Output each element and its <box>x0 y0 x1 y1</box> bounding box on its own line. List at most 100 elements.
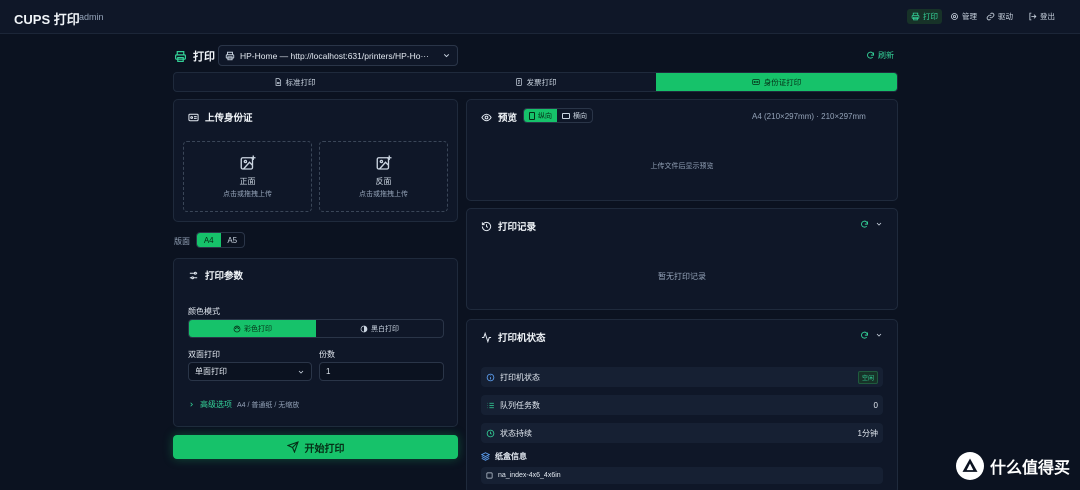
color-print-label: 彩色打印 <box>244 325 272 333</box>
status-row-label: 状态持续 <box>500 428 532 438</box>
watermark-logo-icon <box>955 452 984 480</box>
paper-info: A4 (210×297mm) · 210×297mm <box>752 112 866 121</box>
portrait-icon <box>529 111 536 120</box>
paper-size-label: 版面 <box>174 237 190 246</box>
duplex-select[interactable]: 单面打印 <box>188 362 312 381</box>
paper-size-toggle: A4 A5 <box>196 232 245 248</box>
print-params-title-text: 打印参数 <box>205 271 244 282</box>
history-empty-text: 暂无打印记录 <box>658 272 706 281</box>
id-front-hint: 点击或拖拽上传 <box>223 191 272 198</box>
landscape-label: 横向 <box>573 112 588 120</box>
copies-value: 1 <box>326 367 331 376</box>
printer-icon <box>911 12 920 21</box>
id-back-label: 反面 <box>375 177 392 186</box>
status-refresh-icon[interactable] <box>860 331 869 340</box>
id-back-upload[interactable]: 反面 点击或拖拽上传 <box>319 141 448 212</box>
id-card-icon <box>752 78 760 86</box>
portrait-option[interactable]: 纵向 <box>524 109 558 122</box>
refresh-button[interactable]: 刷新 <box>866 50 894 61</box>
advanced-options-toggle[interactable]: 高级选项 A4 / 普通纸 / 无缩放 <box>188 399 299 410</box>
duplex-label: 双面打印 <box>188 350 220 359</box>
paper-a5-option[interactable]: A5 <box>221 233 245 247</box>
start-print-button[interactable]: 开始打印 <box>173 435 458 459</box>
clock-icon <box>486 429 495 438</box>
landscape-icon <box>562 112 571 119</box>
mono-print-label: 黑白打印 <box>371 325 399 333</box>
print-params-title: 打印参数 <box>188 268 243 282</box>
nav-manage-button[interactable]: 管理 <box>946 9 981 24</box>
print-mode-tabs: 标准打印 发票打印 身份证打印 <box>173 72 898 92</box>
nav-print-button[interactable]: 打印 <box>907 9 942 24</box>
info-icon <box>486 373 495 382</box>
status-row-queue: 队列任务数 0 <box>481 395 883 415</box>
copies-input[interactable]: 1 <box>319 362 444 381</box>
portrait-label: 纵向 <box>538 112 553 120</box>
nav-logout-label: 登出 <box>1040 12 1055 21</box>
print-history-title: 打印记录 <box>481 219 536 233</box>
status-row-duration: 状态持续 1分钟 <box>481 423 883 443</box>
advanced-options-summary: A4 / 普通纸 / 无缩放 <box>237 401 300 409</box>
watermark: 什么值得买 <box>955 452 1070 480</box>
tray-item-label: na_index-4x6_4x6in <box>498 472 561 479</box>
page-title: 打印 <box>174 48 215 64</box>
tab-id-card-print[interactable]: 身份证打印 <box>656 73 897 91</box>
advanced-options-label: 高级选项 <box>200 400 232 409</box>
color-mode-toggle: 彩色打印 黑白打印 <box>188 319 444 338</box>
nav-driver-button[interactable]: 驱动 <box>982 9 1017 24</box>
landscape-option[interactable]: 横向 <box>557 109 592 122</box>
start-print-label: 开始打印 <box>304 443 345 455</box>
send-icon <box>286 441 299 453</box>
eye-icon <box>481 112 492 123</box>
printer-icon <box>225 51 235 61</box>
upload-title-text: 上传身份证 <box>205 113 253 124</box>
copies-label: 份数 <box>319 350 335 359</box>
paper-a4-option[interactable]: A4 <box>197 233 221 247</box>
chevron-down-icon <box>442 51 451 60</box>
sliders-icon <box>188 270 199 281</box>
preview-empty-text: 上传文件后显示预览 <box>650 163 714 170</box>
status-row-label: 打印机状态 <box>500 372 540 382</box>
id-front-upload[interactable]: 正面 点击或拖拽上传 <box>183 141 312 212</box>
layers-icon <box>481 452 490 461</box>
print-history-title-text: 打印记录 <box>498 222 537 233</box>
tab-invoice-print[interactable]: 发票打印 <box>415 73 656 91</box>
palette-icon <box>233 325 241 333</box>
history-chevron-down-icon[interactable] <box>875 220 883 228</box>
nav-print-label: 打印 <box>923 12 938 21</box>
id-front-label: 正面 <box>239 177 256 186</box>
checkbox-icon <box>486 472 493 479</box>
chevron-down-icon <box>297 368 305 376</box>
logout-icon <box>1028 12 1037 21</box>
tray-info-header: 纸盒信息 <box>481 451 527 462</box>
state-duration: 1分钟 <box>857 428 878 438</box>
printer-icon <box>174 50 187 63</box>
status-chevron-down-icon[interactable] <box>875 331 883 339</box>
contrast-icon <box>360 325 368 333</box>
upload-panel-title: 上传身份证 <box>188 110 253 124</box>
nav-driver-label: 驱动 <box>998 12 1013 21</box>
page-title-text: 打印 <box>193 51 215 63</box>
queue-count: 0 <box>873 400 878 410</box>
receipt-icon <box>515 78 523 86</box>
tray-info-title: 纸盒信息 <box>495 452 527 461</box>
nav-logout-button[interactable]: 登出 <box>1024 9 1059 24</box>
printer-status-title-text: 打印机状态 <box>498 333 546 344</box>
id-back-hint: 点击或拖拽上传 <box>359 191 408 198</box>
nav-manage-label: 管理 <box>962 12 977 21</box>
mono-print-option[interactable]: 黑白打印 <box>316 320 443 337</box>
status-row-label: 队列任务数 <box>500 400 540 410</box>
tab-standard-print[interactable]: 标准打印 <box>174 73 415 91</box>
status-badge: 空闲 <box>857 370 878 384</box>
printer-status-title: 打印机状态 <box>481 330 546 344</box>
color-print-option[interactable]: 彩色打印 <box>189 320 316 337</box>
refresh-icon <box>866 51 875 60</box>
tab-label: 身份证打印 <box>763 77 802 87</box>
link-icon <box>986 12 995 21</box>
preview-title-text: 预览 <box>498 113 518 124</box>
chevron-right-icon <box>188 401 195 408</box>
printer-select-value: HP-Home — http://localhost:631/printers/… <box>240 50 429 61</box>
printer-select[interactable]: HP-Home — http://localhost:631/printers/… <box>218 45 458 66</box>
gear-icon <box>950 12 959 21</box>
color-mode-label: 颜色模式 <box>188 307 220 316</box>
history-refresh-icon[interactable] <box>860 220 869 229</box>
